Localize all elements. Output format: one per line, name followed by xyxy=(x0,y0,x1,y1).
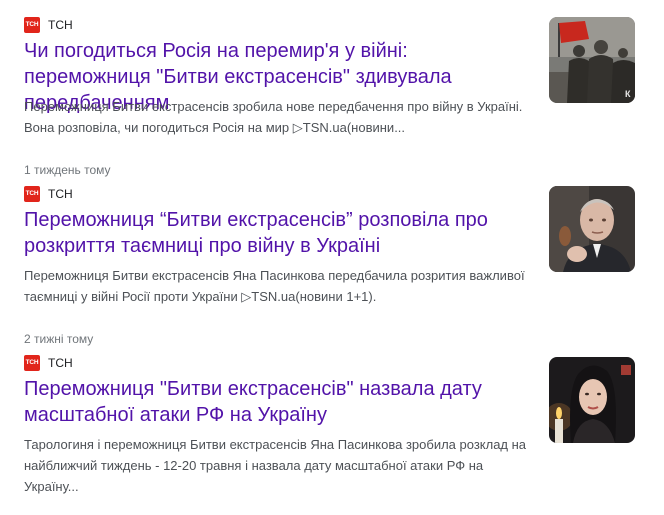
news-item[interactable]: ТСН ТСН Чи погодиться Росія на перемир'я… xyxy=(24,17,636,177)
man-portrait-photo-icon xyxy=(549,186,635,272)
news-item[interactable]: ТСН ТСН Переможниця "Битви екстрасенсів"… xyxy=(24,355,636,515)
snippet: Переможниця Битви екстрасенсів Яна Пасин… xyxy=(24,268,525,304)
svg-text:К: К xyxy=(625,89,631,99)
article-age: 1 тиждень тому xyxy=(24,163,111,177)
source-row: ТСН ТСН xyxy=(24,186,73,202)
thumbnail[interactable] xyxy=(549,186,635,272)
source-row: ТСН ТСН xyxy=(24,355,73,371)
snippet: Тарологиня і переможниця Битви екстрасен… xyxy=(24,437,527,494)
thumbnail[interactable]: К xyxy=(549,17,635,103)
woman-portrait-photo-icon xyxy=(549,357,635,443)
source-row: ТСН ТСН xyxy=(24,17,73,33)
source-logo: ТСН xyxy=(24,355,40,371)
headline-link[interactable]: Переможниця "Битви екстрасенсів" назвала… xyxy=(24,376,534,428)
source-name: ТСН xyxy=(48,187,73,201)
headline-link[interactable]: Переможниця “Битви екстрасенсів” розпові… xyxy=(24,207,534,259)
source-name: ТСН xyxy=(48,356,73,370)
news-item[interactable]: ТСН ТСН Переможниця “Битви екстрасенсів”… xyxy=(24,186,636,346)
source-logo: ТСН xyxy=(24,17,40,33)
thumbnail[interactable] xyxy=(549,357,635,443)
article-age: 2 тижні тому xyxy=(24,332,94,346)
snippet: Переможниця Битви екстрасенсів зробила н… xyxy=(24,99,523,135)
source-name: ТСН xyxy=(48,18,73,32)
source-logo: ТСН xyxy=(24,186,40,202)
soldiers-photo-icon: К xyxy=(549,17,635,103)
